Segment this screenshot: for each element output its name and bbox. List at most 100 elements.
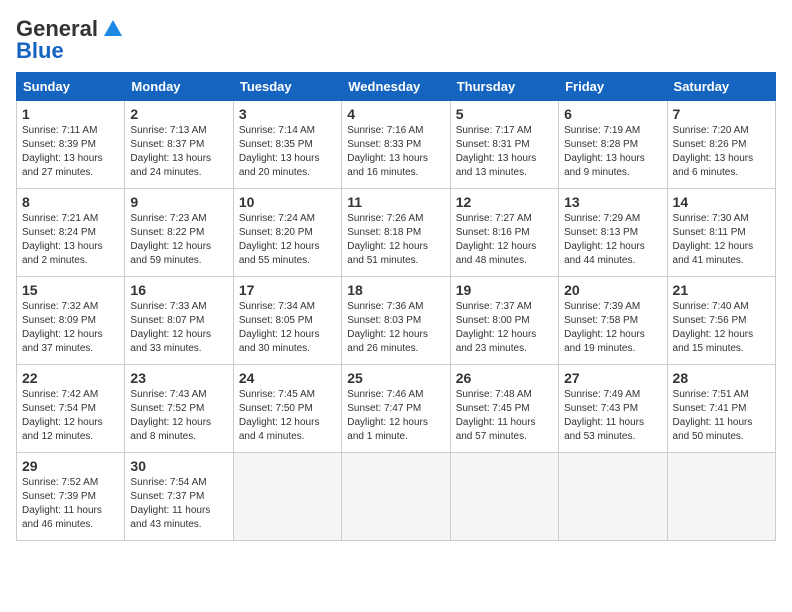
col-header-sunday: Sunday [17,73,125,101]
col-header-monday: Monday [125,73,233,101]
day-info: Sunrise: 7:34 AM Sunset: 8:05 PM Dayligh… [239,300,336,356]
calendar-cell: 4 Sunrise: 7:16 AM Sunset: 8:33 PM Daylig… [342,101,450,189]
day-info: Sunrise: 7:26 AM Sunset: 8:18 PM Dayligh… [347,212,444,268]
day-number: 5 [456,106,553,122]
calendar-cell: 5 Sunrise: 7:17 AM Sunset: 8:31 PM Daylig… [450,101,558,189]
day-number: 27 [564,370,661,386]
day-number: 23 [130,370,227,386]
calendar-cell: 16 Sunrise: 7:33 AM Sunset: 8:07 PM Dayli… [125,277,233,365]
day-number: 12 [456,194,553,210]
calendar-cell: 11 Sunrise: 7:26 AM Sunset: 8:18 PM Dayli… [342,189,450,277]
day-number: 6 [564,106,661,122]
day-number: 21 [673,282,770,298]
calendar-cell: 13 Sunrise: 7:29 AM Sunset: 8:13 PM Dayli… [559,189,667,277]
calendar-cell: 24 Sunrise: 7:45 AM Sunset: 7:50 PM Dayli… [233,365,341,453]
col-header-tuesday: Tuesday [233,73,341,101]
logo: General Blue [16,16,122,64]
day-info: Sunrise: 7:54 AM Sunset: 7:37 PM Dayligh… [130,476,227,532]
day-number: 4 [347,106,444,122]
calendar-cell: 25 Sunrise: 7:46 AM Sunset: 7:47 PM Dayli… [342,365,450,453]
day-info: Sunrise: 7:46 AM Sunset: 7:47 PM Dayligh… [347,388,444,444]
day-number: 19 [456,282,553,298]
calendar-cell [233,453,341,541]
day-info: Sunrise: 7:39 AM Sunset: 7:58 PM Dayligh… [564,300,661,356]
day-number: 25 [347,370,444,386]
day-info: Sunrise: 7:33 AM Sunset: 8:07 PM Dayligh… [130,300,227,356]
day-number: 13 [564,194,661,210]
calendar-cell: 2 Sunrise: 7:13 AM Sunset: 8:37 PM Daylig… [125,101,233,189]
calendar-cell: 1 Sunrise: 7:11 AM Sunset: 8:39 PM Daylig… [17,101,125,189]
col-header-saturday: Saturday [667,73,775,101]
calendar-cell: 17Sunrise: 7:34 AM Sunset: 8:05 PM Dayli… [233,277,341,365]
day-number: 16 [130,282,227,298]
calendar-cell: 27 Sunrise: 7:49 AM Sunset: 7:43 PM Dayli… [559,365,667,453]
calendar-cell: 22 Sunrise: 7:42 AM Sunset: 7:54 PM Dayli… [17,365,125,453]
calendar-cell: 10 Sunrise: 7:24 AM Sunset: 8:20 PM Dayli… [233,189,341,277]
calendar-cell: 29 Sunrise: 7:52 AM Sunset: 7:39 PM Dayli… [17,453,125,541]
day-info: Sunrise: 7:13 AM Sunset: 8:37 PM Dayligh… [130,124,227,180]
day-number: 11 [347,194,444,210]
calendar-cell [450,453,558,541]
day-info: Sunrise: 7:36 AM Sunset: 8:03 PM Dayligh… [347,300,444,356]
day-number: 1 [22,106,119,122]
day-info: Sunrise: 7:27 AM Sunset: 8:16 PM Dayligh… [456,212,553,268]
calendar-cell: 28 Sunrise: 7:51 AM Sunset: 7:41 PM Dayli… [667,365,775,453]
calendar-cell: 6 Sunrise: 7:19 AM Sunset: 8:28 PM Daylig… [559,101,667,189]
day-number: 10 [239,194,336,210]
day-number: 24 [239,370,336,386]
day-number: 8 [22,194,119,210]
day-number: 20 [564,282,661,298]
calendar-cell [667,453,775,541]
day-number: 9 [130,194,227,210]
calendar-cell: 18 Sunrise: 7:36 AM Sunset: 8:03 PM Dayli… [342,277,450,365]
day-info: Sunrise: 7:20 AM Sunset: 8:26 PM Dayligh… [673,124,770,180]
logo-triangle-icon [104,20,122,36]
col-header-friday: Friday [559,73,667,101]
calendar-cell: 15 Sunrise: 7:32 AM Sunset: 8:09 PM Dayli… [17,277,125,365]
day-info: Sunrise: 7:32 AM Sunset: 8:09 PM Dayligh… [22,300,119,356]
day-info: Sunrise: 7:21 AM Sunset: 8:24 PM Dayligh… [22,212,119,268]
day-info: Sunrise: 7:29 AM Sunset: 8:13 PM Dayligh… [564,212,661,268]
day-number: 28 [673,370,770,386]
day-info: Sunrise: 7:52 AM Sunset: 7:39 PM Dayligh… [22,476,119,532]
day-info: Sunrise: 7:17 AM Sunset: 8:31 PM Dayligh… [456,124,553,180]
col-header-wednesday: Wednesday [342,73,450,101]
calendar-cell: 19Sunrise: 7:37 AM Sunset: 8:00 PM Dayli… [450,277,558,365]
calendar-cell: 9Sunrise: 7:23 AM Sunset: 8:22 PM Daylig… [125,189,233,277]
calendar-cell: 30 Sunrise: 7:54 AM Sunset: 7:37 PM Dayli… [125,453,233,541]
day-number: 7 [673,106,770,122]
calendar-cell: 20 Sunrise: 7:39 AM Sunset: 7:58 PM Dayli… [559,277,667,365]
calendar-cell: 23 Sunrise: 7:43 AM Sunset: 7:52 PM Dayli… [125,365,233,453]
day-info: Sunrise: 7:19 AM Sunset: 8:28 PM Dayligh… [564,124,661,180]
day-info: Sunrise: 7:48 AM Sunset: 7:45 PM Dayligh… [456,388,553,444]
logo-text-blue: Blue [16,38,64,64]
calendar-cell: 7 Sunrise: 7:20 AM Sunset: 8:26 PM Daylig… [667,101,775,189]
page-header: General Blue [16,16,776,64]
day-number: 22 [22,370,119,386]
day-info: Sunrise: 7:16 AM Sunset: 8:33 PM Dayligh… [347,124,444,180]
calendar-cell: 26Sunrise: 7:48 AM Sunset: 7:45 PM Dayli… [450,365,558,453]
day-number: 2 [130,106,227,122]
day-info: Sunrise: 7:30 AM Sunset: 8:11 PM Dayligh… [673,212,770,268]
calendar-cell: 12 Sunrise: 7:27 AM Sunset: 8:16 PM Dayli… [450,189,558,277]
calendar-cell: 3 Sunrise: 7:14 AM Sunset: 8:35 PM Daylig… [233,101,341,189]
day-info: Sunrise: 7:43 AM Sunset: 7:52 PM Dayligh… [130,388,227,444]
day-info: Sunrise: 7:42 AM Sunset: 7:54 PM Dayligh… [22,388,119,444]
calendar-table: SundayMondayTuesdayWednesdayThursdayFrid… [16,72,776,541]
day-info: Sunrise: 7:49 AM Sunset: 7:43 PM Dayligh… [564,388,661,444]
day-info: Sunrise: 7:51 AM Sunset: 7:41 PM Dayligh… [673,388,770,444]
calendar-cell [342,453,450,541]
day-info: Sunrise: 7:11 AM Sunset: 8:39 PM Dayligh… [22,124,119,180]
calendar-cell: 21Sunrise: 7:40 AM Sunset: 7:56 PM Dayli… [667,277,775,365]
day-number: 14 [673,194,770,210]
day-info: Sunrise: 7:14 AM Sunset: 8:35 PM Dayligh… [239,124,336,180]
day-number: 3 [239,106,336,122]
calendar-cell: 14 Sunrise: 7:30 AM Sunset: 8:11 PM Dayli… [667,189,775,277]
day-info: Sunrise: 7:45 AM Sunset: 7:50 PM Dayligh… [239,388,336,444]
day-number: 29 [22,458,119,474]
day-info: Sunrise: 7:24 AM Sunset: 8:20 PM Dayligh… [239,212,336,268]
day-number: 30 [130,458,227,474]
calendar-cell: 8 Sunrise: 7:21 AM Sunset: 8:24 PM Daylig… [17,189,125,277]
day-number: 18 [347,282,444,298]
day-number: 15 [22,282,119,298]
